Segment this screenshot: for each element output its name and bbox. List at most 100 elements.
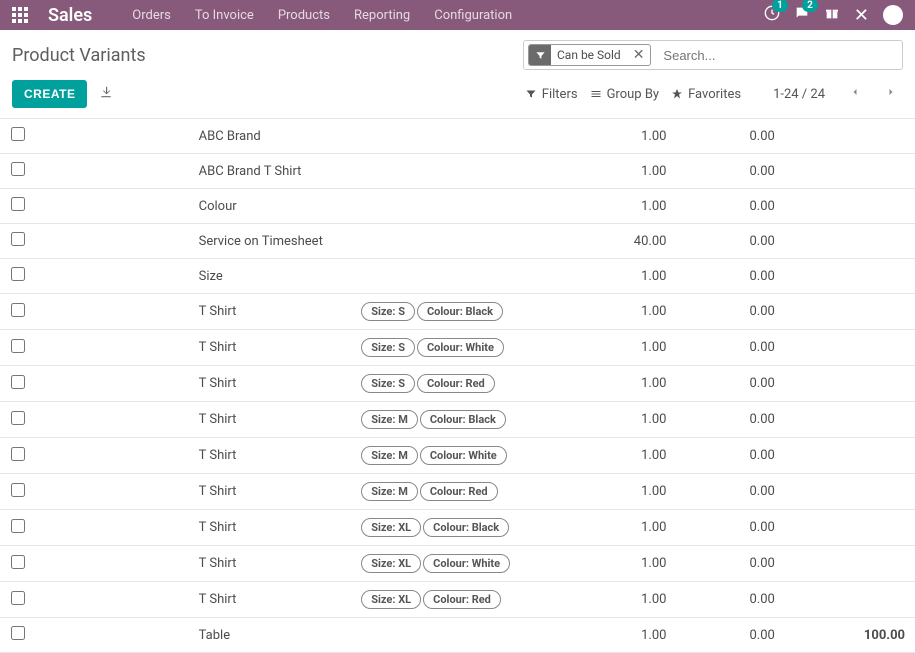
- col3-value: [785, 224, 915, 259]
- col2-value: 0.00: [676, 224, 784, 259]
- table-row[interactable]: Table1.000.00100.00: [0, 618, 915, 653]
- table-row[interactable]: T ShirtSize: MColour: Black1.000.00: [0, 402, 915, 438]
- col1-value: 1.00: [568, 366, 676, 402]
- table-row[interactable]: T ShirtSize: MColour: White1.000.00: [0, 438, 915, 474]
- product-name: ABC Brand T Shirt: [189, 154, 352, 189]
- attribute-tag: Colour: Black: [420, 410, 506, 429]
- col3-value: [785, 546, 915, 582]
- topbar: Sales Orders To Invoice Products Reporti…: [0, 0, 915, 30]
- create-button[interactable]: CREATE: [12, 80, 87, 108]
- topbar-right: 1 2 ✕: [764, 5, 903, 26]
- search-box[interactable]: Can be Sold ✕: [523, 40, 903, 70]
- row-checkbox[interactable]: [11, 447, 25, 461]
- col1-value: 1.00: [568, 294, 676, 330]
- product-attributes: Size: XLColour: White: [351, 546, 568, 582]
- table-row[interactable]: T ShirtSize: SColour: White1.000.00: [0, 330, 915, 366]
- product-attributes: [351, 224, 568, 259]
- row-checkbox[interactable]: [11, 483, 25, 497]
- col2-value: 0.00: [676, 119, 784, 154]
- product-name: Service on Timesheet: [189, 224, 352, 259]
- avatar[interactable]: [883, 5, 903, 25]
- action-bar: CREATE Filters Group By Favorites 1-24 /…: [0, 74, 915, 119]
- row-checkbox[interactable]: [11, 626, 25, 640]
- row-checkbox[interactable]: [11, 555, 25, 569]
- search-input[interactable]: [655, 44, 902, 67]
- row-checkbox[interactable]: [11, 267, 25, 281]
- col1-value: 1.00: [568, 510, 676, 546]
- table-row[interactable]: Colour1.000.00: [0, 189, 915, 224]
- groupby-button[interactable]: Group By: [590, 87, 660, 102]
- product-name: T Shirt: [189, 330, 352, 366]
- filters-button[interactable]: Filters: [525, 87, 578, 102]
- attribute-tag: Colour: White: [417, 338, 504, 357]
- col2-value: 0.00: [676, 259, 784, 294]
- pager[interactable]: 1-24 / 24: [773, 87, 825, 102]
- col3-value: [785, 474, 915, 510]
- groupby-label: Group By: [607, 87, 660, 102]
- product-name: T Shirt: [189, 474, 352, 510]
- gift-icon[interactable]: [824, 5, 840, 25]
- facet-remove[interactable]: ✕: [627, 47, 651, 63]
- apps-icon[interactable]: [12, 7, 28, 23]
- table-row[interactable]: T ShirtSize: XLColour: Red1.000.00: [0, 582, 915, 618]
- nav-reporting[interactable]: Reporting: [354, 8, 410, 23]
- nav-configuration[interactable]: Configuration: [434, 8, 512, 23]
- col1-value: 1.00: [568, 582, 676, 618]
- row-checkbox[interactable]: [11, 127, 25, 141]
- table-row[interactable]: Size1.000.00: [0, 259, 915, 294]
- row-checkbox[interactable]: [11, 339, 25, 353]
- favorites-button[interactable]: Favorites: [671, 87, 741, 102]
- product-attributes: Size: SColour: Red: [351, 366, 568, 402]
- attribute-tag: Colour: Black: [423, 518, 509, 537]
- row-checkbox[interactable]: [11, 519, 25, 533]
- col2-value: 0.00: [676, 474, 784, 510]
- table-row[interactable]: T ShirtSize: XLColour: White1.000.00: [0, 546, 915, 582]
- col2-value: 0.00: [676, 582, 784, 618]
- nav-orders[interactable]: Orders: [132, 8, 171, 23]
- activity-icon[interactable]: 1: [764, 5, 780, 25]
- col3-value: [785, 154, 915, 189]
- attribute-tag: Size: S: [361, 338, 415, 357]
- table-row[interactable]: T ShirtSize: XLColour: Black1.000.00: [0, 510, 915, 546]
- col3-value: 100.00: [785, 618, 915, 653]
- product-attributes: [351, 189, 568, 224]
- pager-next[interactable]: [879, 82, 903, 106]
- table-row[interactable]: T ShirtSize: SColour: Black1.000.00: [0, 294, 915, 330]
- close-icon[interactable]: ✕: [854, 5, 869, 26]
- download-icon[interactable]: [99, 85, 113, 103]
- attribute-tag: Size: S: [361, 374, 415, 393]
- nav-to-invoice[interactable]: To Invoice: [195, 8, 254, 23]
- product-attributes: [351, 119, 568, 154]
- row-checkbox[interactable]: [11, 232, 25, 246]
- chat-badge: 2: [802, 0, 818, 12]
- attribute-tag: Colour: White: [420, 446, 507, 465]
- col1-value: 1.00: [568, 438, 676, 474]
- col2-value: 0.00: [676, 510, 784, 546]
- product-attributes: [351, 154, 568, 189]
- chat-icon[interactable]: 2: [794, 5, 810, 25]
- row-checkbox[interactable]: [11, 411, 25, 425]
- page-title: Product Variants: [12, 45, 515, 66]
- attribute-tag: Colour: Red: [417, 374, 495, 393]
- search-facet: Can be Sold ✕: [528, 44, 651, 66]
- facet-label: Can be Sold: [551, 48, 627, 62]
- col2-value: 0.00: [676, 438, 784, 474]
- row-checkbox[interactable]: [11, 162, 25, 176]
- row-checkbox[interactable]: [11, 375, 25, 389]
- nav-products[interactable]: Products: [278, 8, 330, 23]
- table-row[interactable]: T ShirtSize: MColour: Red1.000.00: [0, 474, 915, 510]
- row-checkbox[interactable]: [11, 197, 25, 211]
- product-name: T Shirt: [189, 438, 352, 474]
- row-checkbox[interactable]: [11, 303, 25, 317]
- activity-badge: 1: [772, 0, 788, 12]
- table-row[interactable]: ABC Brand1.000.00: [0, 119, 915, 154]
- attribute-tag: Size: M: [361, 410, 418, 429]
- table-row[interactable]: Service on Timesheet40.000.00: [0, 224, 915, 259]
- product-name: Size: [189, 259, 352, 294]
- table-row[interactable]: ABC Brand T Shirt1.000.00: [0, 154, 915, 189]
- pager-prev[interactable]: [843, 82, 867, 106]
- product-attributes: Size: XLColour: Red: [351, 582, 568, 618]
- table-row[interactable]: T ShirtSize: SColour: Red1.000.00: [0, 366, 915, 402]
- col3-value: [785, 438, 915, 474]
- col3-value: [785, 294, 915, 330]
